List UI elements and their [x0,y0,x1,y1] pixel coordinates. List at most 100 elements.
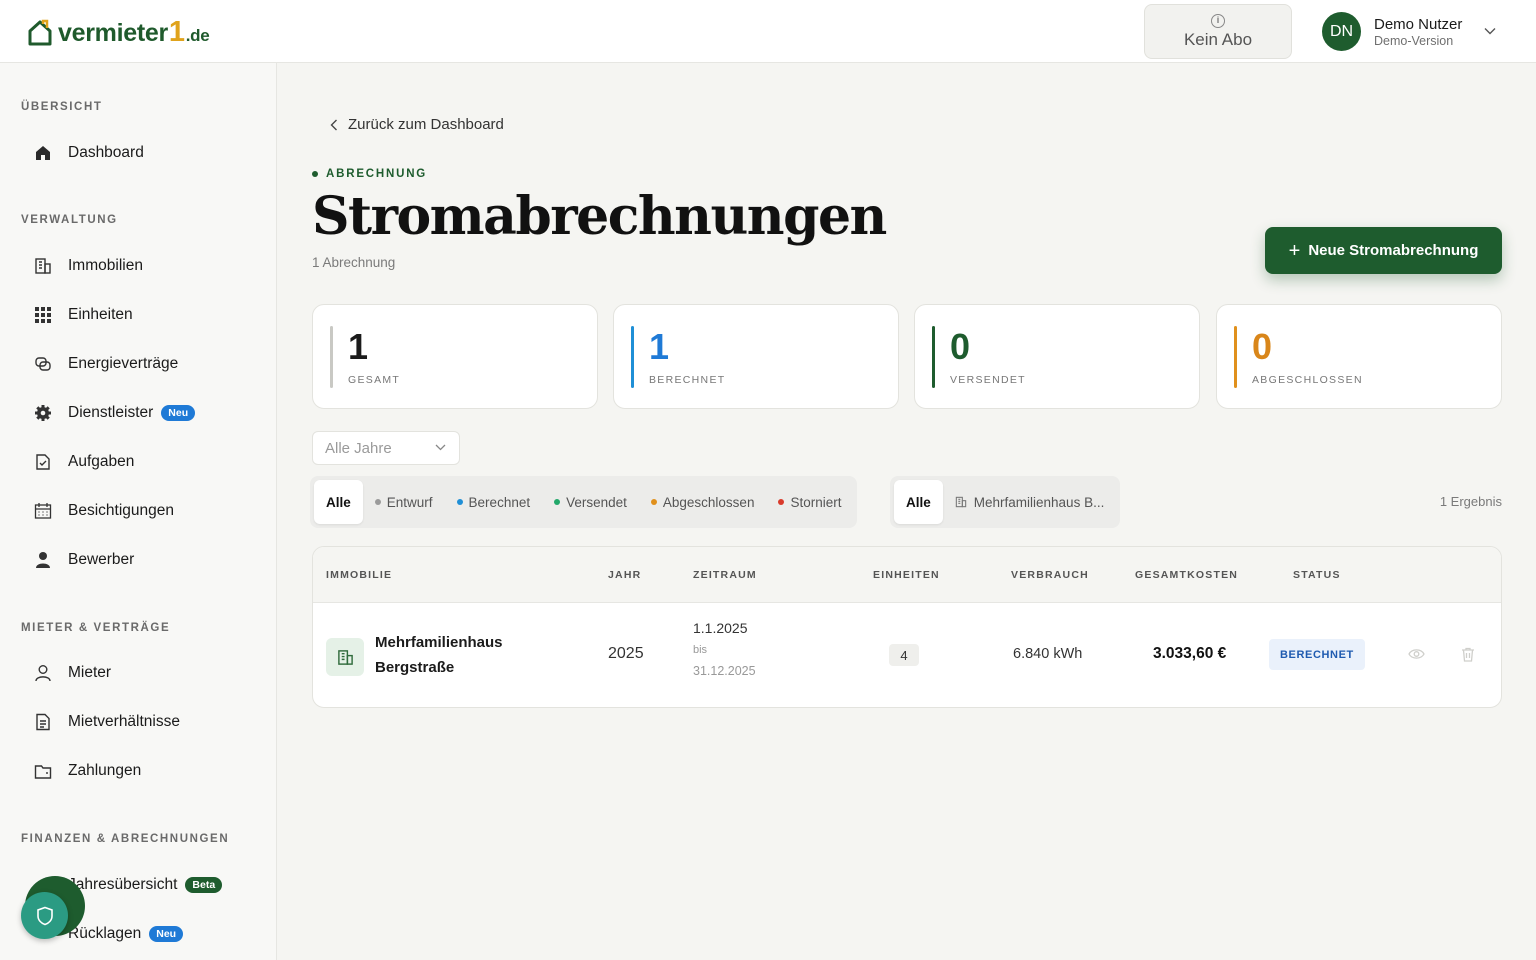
cell-total-cost: 3.033,60 € [1153,645,1227,662]
sidebar-item-label: Jahresübersicht [68,876,178,893]
sidebar-item-bewerber[interactable]: Bewerber [32,545,134,575]
home-icon [32,142,54,164]
chevron-down-icon[interactable] [1484,27,1496,35]
filter-property-all[interactable]: Alle [894,480,943,524]
shield-icon [36,906,53,925]
stat-card-calculated: 1 BERECHNET [613,304,899,409]
chevron-left-icon [330,119,337,130]
sidebar-item-label: Dashboard [68,144,144,161]
filter-label: Mehrfamilienhaus B... [973,494,1105,510]
stat-card-closed: 0 ABGESCHLOSSEN [1216,304,1502,409]
beta-badge: Beta [185,877,223,893]
sidebar-item-energievertraege[interactable]: Energieverträge [32,349,178,379]
new-billing-button[interactable]: + Neue Stromabrechnung [1265,227,1502,274]
user-menu[interactable]: DN Demo Nutzer Demo-Version [1322,12,1462,51]
status-filter-group: Alle Entwurf Berechnet Versendet Abgesch… [310,476,858,528]
sidebar-item-besichtigungen[interactable]: Besichtigungen [32,496,174,526]
column-header-status[interactable]: STATUS [1293,569,1341,581]
sidebar-item-label: Rücklagen [68,925,142,942]
trash-icon[interactable] [1461,647,1475,667]
eyebrow-dot [312,171,318,177]
filter-label: Storniert [790,494,842,510]
eye-icon[interactable] [1408,647,1425,665]
filter-label: Entwurf [386,494,433,510]
sidebar-item-label: Energieverträge [68,355,179,372]
property-name-line2: Bergstraße [375,659,455,676]
sidebar-item-label: Einheiten [68,306,133,323]
filter-status-all[interactable]: Alle [314,480,363,524]
status-dot [456,499,463,505]
status-badge: BERECHNET [1269,639,1365,670]
table-header: IMMOBILIE JAHR ZEITRAUM EINHEITEN VERBRA… [313,547,1501,603]
back-label: Zurück zum Dashboard [348,116,504,133]
brand-logo[interactable]: vermieter 1 .de [28,16,210,49]
column-header-jahr[interactable]: JAHR [608,569,641,581]
filter-status-closed[interactable]: Abgeschlossen [639,480,767,524]
sidebar-item-mietverhaeltnisse[interactable]: Mietverhältnisse [32,707,180,737]
filter-label: Berechnet [468,494,531,510]
new-badge: Neu [149,926,184,942]
user-solid-icon [32,549,54,571]
stat-value: 0 [1252,326,1273,367]
chevron-down-icon [435,444,446,451]
sidebar-item-aufgaben[interactable]: Aufgaben [32,447,134,477]
brand-tld: .de [185,26,210,45]
user-role: Demo-Version [1374,33,1454,48]
sidebar-item-dienstleister[interactable]: Dienstleister Neu [32,398,196,428]
stat-accent-bar [631,326,634,388]
back-link[interactable]: Zurück zum Dashboard [330,116,504,133]
subscription-button[interactable]: i Kein Abo [1144,4,1292,59]
filter-property-item[interactable]: Mehrfamilienhaus B... [943,480,1117,524]
stat-card-total: 1 GESAMT [312,304,598,409]
sidebar-item-zahlungen[interactable]: Zahlungen [32,756,141,786]
page-subtitle: 1 Abrechnung [312,255,396,270]
cell-year: 2025 [608,645,644,662]
sidebar-item-label: Immobilien [68,257,143,274]
column-header-verbrauch[interactable]: VERBRAUCH [1011,569,1089,581]
status-dot [650,499,657,505]
sidebar-item-label: Besichtigungen [68,502,174,519]
cell-consumption: 6.840 kWh [1013,646,1083,662]
section-eyebrow: ABRECHNUNG [312,168,427,180]
filter-status-cancelled[interactable]: Storniert [766,480,853,524]
contracts-icon [32,353,54,375]
sidebar-item-mieter[interactable]: Mieter [32,658,111,688]
cell-period: 1.1.2025 bis 31.12.2025 [693,620,756,678]
status-dot [778,499,785,505]
filter-status-sent[interactable]: Versendet [542,480,639,524]
year-select-value: Alle Jahre [325,439,392,457]
stat-value: 0 [950,326,971,367]
plus-icon: + [1288,239,1301,262]
house-logo-icon [28,19,52,45]
property-name-line1: Mehrfamilienhaus [375,634,503,651]
filter-status-calculated[interactable]: Berechnet [445,480,543,524]
avatar: DN [1322,12,1361,51]
eyebrow-label: ABRECHNUNG [326,168,428,180]
sidebar-item-dashboard[interactable]: Dashboard [32,138,144,168]
new-badge: Neu [161,405,196,421]
top-bar: vermieter 1 .de i Kein Abo DN Demo Nutzer … [0,0,1536,63]
sidebar: ÜBERSICHT Dashboard VERWALTUNG Immobilie… [0,63,277,960]
stat-label: BERECHNET [649,374,726,386]
billing-table: IMMOBILIE JAHR ZEITRAUM EINHEITEN VERBRA… [312,546,1502,708]
column-header-einheiten[interactable]: EINHEITEN [873,569,940,581]
sidebar-section-finance: FINANZEN & ABRECHNUNGEN [21,833,230,845]
sidebar-item-label: Bewerber [68,551,135,568]
column-header-gesamtkosten[interactable]: GESAMTKOSTEN [1135,569,1238,581]
year-select[interactable]: Alle Jahre [312,431,460,465]
period-from: 1.1.2025 [693,620,748,636]
sidebar-section-tenants: MIETER & VERTRÄGE [21,622,171,634]
column-header-zeitraum[interactable]: ZEITRAUM [693,569,757,581]
grid-icon [32,304,54,326]
filter-label: Abgeschlossen [662,494,755,510]
subscription-label: Kein Abo [1183,29,1253,49]
stat-accent-bar [330,326,333,388]
sidebar-item-einheiten[interactable]: Einheiten [32,300,133,330]
wallet-icon [32,760,54,782]
filter-status-draft[interactable]: Entwurf [363,480,445,524]
cell-units: 4 [889,644,919,666]
sidebar-item-immobilien[interactable]: Immobilien [32,251,143,281]
column-header-immobilie[interactable]: IMMOBILIE [326,569,392,581]
result-count: 1 Ergebnis [1439,494,1502,509]
privacy-shield-button[interactable] [21,892,68,939]
